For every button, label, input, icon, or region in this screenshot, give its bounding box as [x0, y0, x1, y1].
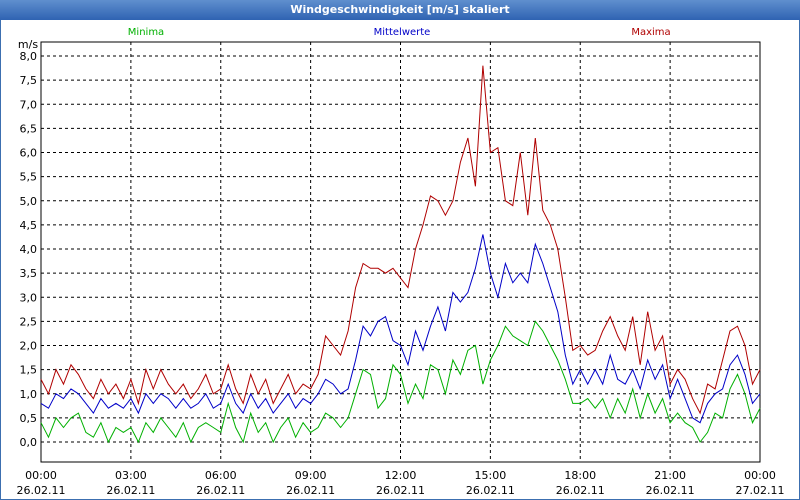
- x-tick-time: 00:00: [25, 469, 57, 482]
- y-tick-label: 4,5: [20, 219, 38, 232]
- series-line-mittelwerte: [40, 234, 761, 424]
- y-tick-label: 5,0: [20, 195, 38, 208]
- y-tick-label: 6,0: [20, 147, 38, 160]
- x-tick-time: 21:00: [654, 469, 686, 482]
- x-tick-date: 27.02.11: [736, 484, 785, 497]
- x-tick-date: 26.02.11: [646, 484, 695, 497]
- x-tick-time: 15:00: [475, 469, 507, 482]
- legend-minima: Minima: [128, 27, 164, 38]
- x-tick-date: 26.02.11: [196, 484, 245, 497]
- y-tick-label: 1,5: [20, 364, 38, 377]
- series-line-minima: [40, 320, 761, 444]
- y-tick-label: 7,5: [20, 74, 38, 87]
- x-tick-time: 00:00: [744, 469, 776, 482]
- y-tick-label: 3,5: [20, 267, 38, 280]
- y-tick-label: 5,5: [20, 171, 38, 184]
- x-tick-date: 26.02.11: [286, 484, 335, 497]
- y-tick-label: 0,0: [20, 436, 38, 449]
- x-tick-time: 12:00: [385, 469, 417, 482]
- x-tick-date: 26.02.11: [17, 484, 66, 497]
- y-tick-label: 0,5: [20, 412, 38, 425]
- x-tick-time: 09:00: [295, 469, 327, 482]
- legend-mittelwerte: Mittelwerte: [374, 27, 431, 38]
- y-tick-label: 2,5: [20, 315, 38, 328]
- y-tick-label: 3,0: [20, 291, 38, 304]
- y-tick-label: 4,0: [20, 243, 38, 256]
- x-tick-date: 26.02.11: [556, 484, 605, 497]
- y-tick-label: 1,0: [20, 388, 38, 401]
- legend-maxima: Maxima: [631, 27, 670, 38]
- x-tick-time: 06:00: [205, 469, 237, 482]
- x-tick-time: 18:00: [564, 469, 596, 482]
- wind-speed-chart: Minima Mittelwerte Maxima m/s 0,00,51,01…: [17, 27, 785, 497]
- y-tick-label: 2,0: [20, 340, 38, 353]
- y-tick-label: 6,5: [20, 122, 38, 135]
- x-tick-date: 26.02.11: [466, 484, 515, 497]
- y-tick-label: 8,0: [20, 50, 38, 63]
- x-tick-date: 26.02.11: [376, 484, 425, 497]
- x-tick-date: 26.02.11: [106, 484, 155, 497]
- x-tick-time: 03:00: [115, 469, 147, 482]
- y-tick-label: 7,0: [20, 98, 38, 111]
